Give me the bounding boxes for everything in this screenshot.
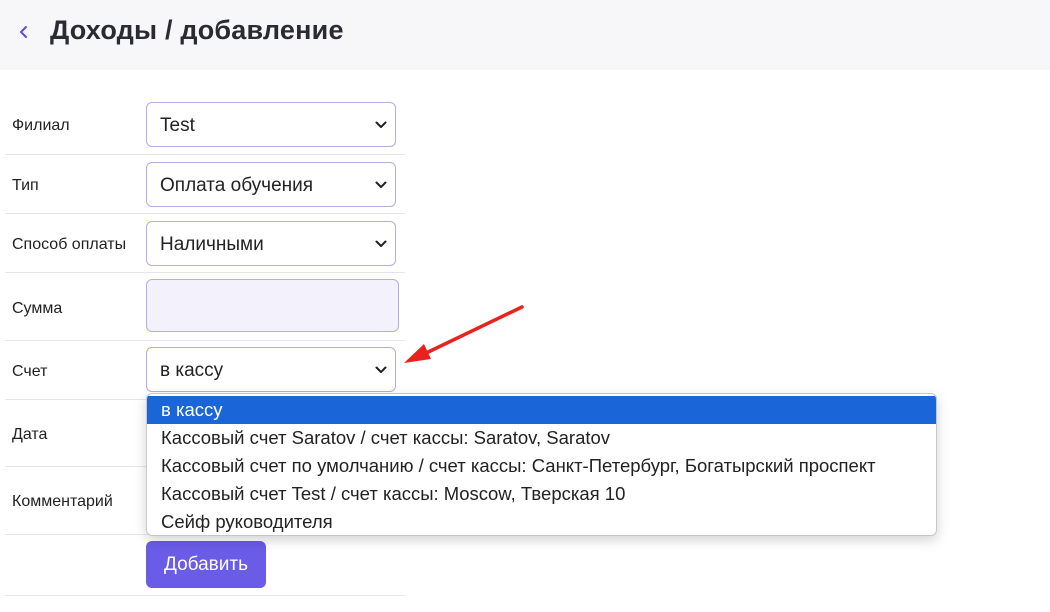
date-label: Дата bbox=[12, 426, 48, 443]
account-option[interactable]: в кассу bbox=[147, 396, 936, 424]
amount-label: Сумма bbox=[12, 300, 63, 317]
chevron-down-icon bbox=[375, 121, 387, 128]
branch-select[interactable]: Test bbox=[146, 102, 396, 147]
account-select[interactable]: в кассу bbox=[146, 347, 396, 392]
account-option[interactable]: Кассовый счет по умолчанию / счет кассы:… bbox=[147, 452, 936, 480]
add-button[interactable]: Добавить bbox=[146, 541, 266, 588]
form-row-submit: Добавить bbox=[5, 535, 405, 596]
page-header: Доходы / добавление bbox=[0, 0, 1050, 70]
branch-label: Филиал bbox=[12, 117, 70, 134]
amount-input[interactable] bbox=[146, 279, 399, 332]
payment-method-label: Способ оплаты bbox=[12, 236, 127, 253]
chevron-down-icon bbox=[375, 366, 387, 373]
form-row-account: Счет в кассу bbox=[5, 341, 405, 400]
chevron-down-icon bbox=[375, 181, 387, 188]
chevron-left-icon[interactable] bbox=[14, 22, 34, 42]
payment-method-select-value: Наличными bbox=[160, 234, 264, 255]
page-title: Доходы / добавление bbox=[50, 15, 344, 45]
payment-method-select[interactable]: Наличными bbox=[146, 221, 396, 266]
account-option[interactable]: Кассовый счет Saratov / счет кассы: Sara… bbox=[147, 424, 936, 452]
annotation-arrow-icon bbox=[404, 305, 524, 363]
comment-label: Комментарий bbox=[12, 493, 113, 510]
type-select[interactable]: Оплата обучения bbox=[146, 162, 396, 207]
form-row-branch: Филиал Test bbox=[5, 95, 405, 155]
account-dropdown-list: в кассу Кассовый счет Saratov / счет кас… bbox=[146, 393, 937, 536]
account-option[interactable]: Кассовый счет Test / счет кассы: Moscow,… bbox=[147, 480, 936, 508]
account-select-value: в кассу bbox=[160, 360, 224, 381]
chevron-down-icon bbox=[375, 240, 387, 247]
branch-select-value: Test bbox=[160, 115, 195, 136]
type-label: Тип bbox=[12, 177, 39, 194]
form-row-amount: Сумма bbox=[5, 273, 405, 341]
account-option[interactable]: Сейф руководителя bbox=[147, 508, 936, 535]
form-row-type: Тип Оплата обучения bbox=[5, 155, 405, 214]
form-row-payment-method: Способ оплаты Наличными bbox=[5, 214, 405, 273]
type-select-value: Оплата обучения bbox=[160, 175, 314, 196]
account-label: Счет bbox=[12, 363, 48, 380]
